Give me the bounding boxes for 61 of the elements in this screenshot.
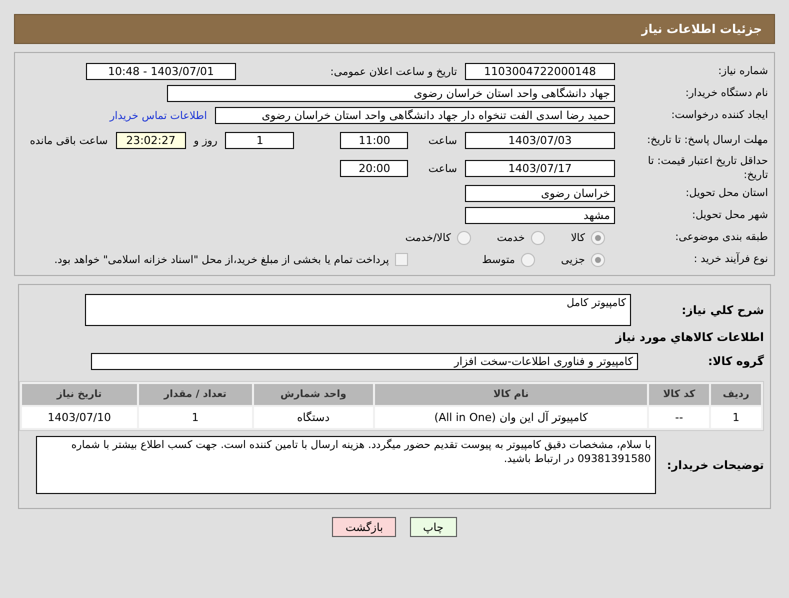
field-label: ساعت xyxy=(428,162,457,174)
field-label: شهر محل تحویل: xyxy=(691,208,768,222)
text-field[interactable]: مشهد xyxy=(465,207,615,224)
column-header: واحد شمارش xyxy=(254,384,373,405)
column-header: تعداد / مقدار xyxy=(138,384,252,405)
notes-textarea[interactable]: با سلام، مشخصات دقیق کامپیوتر به پیوست تقدیم حضور میگردد. هزینه ارسال با تامین کننده است. جهت کسب اطلاع بیشتر با شماره 09381391580 در ارتباط باشید. xyxy=(36,436,656,494)
table-cell: 1 xyxy=(710,407,761,428)
field-label: ساعت xyxy=(428,134,457,146)
radio-button[interactable] xyxy=(591,230,605,244)
radio-button[interactable] xyxy=(521,252,536,266)
print-button[interactable]: چاپ xyxy=(410,517,457,537)
back-button[interactable]: بازگشت xyxy=(332,517,396,537)
text-field[interactable]: خراسان رضوی xyxy=(465,185,615,202)
radio-button[interactable] xyxy=(456,230,471,244)
field-label: کالا/خدمت xyxy=(405,232,451,244)
field-label: جزیی xyxy=(561,254,585,266)
field-label: خدمت xyxy=(496,232,525,244)
field-label: تاریخ و ساعت اعلان عمومی: xyxy=(330,66,457,78)
field-label: شرح کلي نیاز: xyxy=(680,302,764,318)
field-label: ایجاد کننده درخواست: xyxy=(670,108,768,122)
table-cell: -- xyxy=(649,407,709,428)
field-label: حداقل تاریخ اعتبار قیمت: تا تاریخ: xyxy=(646,155,768,182)
text-field[interactable]: جهاد دانشگاهی واحد استان خراسان رضوی xyxy=(167,85,615,102)
field-label: گروه کالا: xyxy=(707,354,764,368)
radio-button[interactable] xyxy=(591,252,605,266)
field-label: نوع فرآیند خرید : xyxy=(692,252,768,266)
text-field[interactable]: حمید رضا اسدی الفت تنخواه دار جهاد دانشگاهی واحد استان خراسان رضوی xyxy=(215,107,615,124)
table-cell: 1403/07/10 xyxy=(22,407,137,428)
table-cell: کامپیوتر آل این وان (All in One) xyxy=(374,407,648,428)
field-label: استان محل تحویل: xyxy=(684,186,768,200)
column-header: تاریخ نیاز xyxy=(22,384,137,405)
text-field[interactable]: 1 xyxy=(225,132,294,149)
column-header: کد کالا xyxy=(649,384,709,405)
summary-textarea[interactable]: کامپیوتر کامل xyxy=(85,294,631,326)
text-field[interactable]: 1103004722000148 xyxy=(465,63,615,80)
countdown-field[interactable]: 23:02:27 xyxy=(116,132,186,149)
field-label: کالا xyxy=(570,232,585,244)
section-heading: اطلاعات کالاهاي مورد نياز xyxy=(614,329,764,346)
field-label: نام دستگاه خریدار: xyxy=(684,86,768,100)
text-field[interactable]: 20:00 xyxy=(340,160,408,177)
checkbox[interactable] xyxy=(395,253,408,266)
text-field[interactable]: 11:00 xyxy=(340,132,408,149)
text-field[interactable]: کامپیوتر و فناوری اطلاعات-سخت افزار xyxy=(91,352,638,370)
field-label: روز و xyxy=(194,134,218,146)
text-field[interactable]: 1403/07/03 xyxy=(465,132,615,149)
field-label: متوسط xyxy=(482,254,516,266)
page-header: جزئیات اطلاعات نیاز xyxy=(14,14,775,44)
table-cell: دستگاه xyxy=(254,407,373,428)
text-field[interactable]: 1403/07/17 xyxy=(465,160,615,177)
column-header: ردیف xyxy=(710,384,761,405)
field-label: توضیحات خریدار: xyxy=(666,458,764,472)
field-label: مهلت ارسال پاسخ: تا تاریخ: xyxy=(646,134,768,148)
contact-link[interactable]: اطلاعات تماس خریدار xyxy=(110,110,207,122)
table-cell: 1 xyxy=(138,407,252,428)
field-label: ساعت باقی مانده xyxy=(30,134,108,146)
column-header: نام کالا xyxy=(374,384,648,405)
field-label: طبقه بندی موضوعی: xyxy=(674,230,768,244)
text-field[interactable]: 1403/07/01 - 10:48 xyxy=(86,63,236,80)
field-label: پرداخت تمام یا بخشی از مبلغ خرید،از محل "اسناد خزانه اسلامی" خواهد بود. xyxy=(54,254,390,266)
field-label: شماره نیاز: xyxy=(717,64,768,78)
radio-button[interactable] xyxy=(530,230,545,244)
